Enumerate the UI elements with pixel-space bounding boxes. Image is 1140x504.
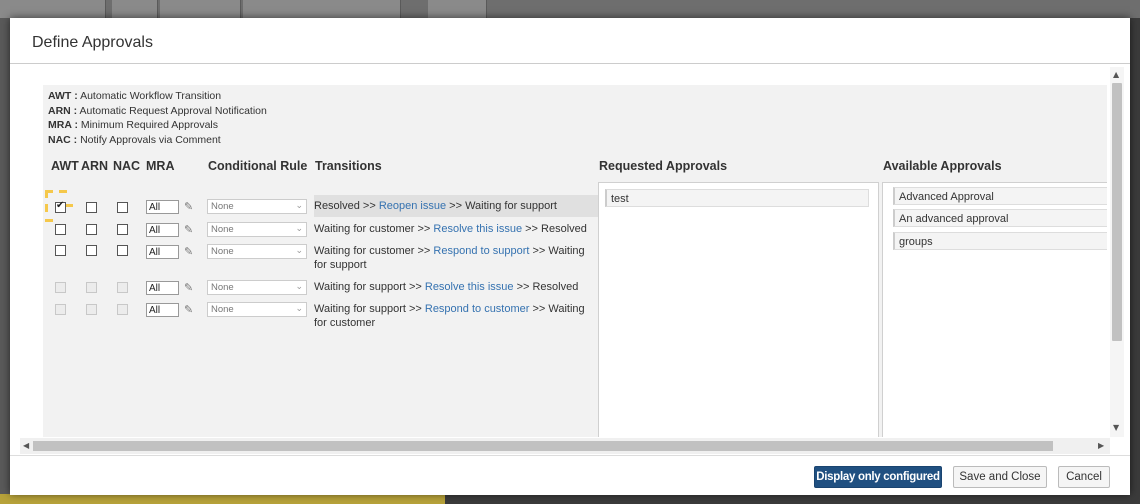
chevron-down-icon: ⌄ [295, 304, 303, 314]
mra-input[interactable]: All [146, 200, 179, 214]
background-tab [0, 0, 106, 18]
conditional-rule-select[interactable]: None ⌄ [207, 222, 307, 237]
arn-checkbox[interactable] [86, 245, 97, 256]
column-header-requested-approvals: Requested Approvals [599, 159, 728, 173]
horizontal-scrollbar[interactable]: ◀ ▶ [20, 438, 1110, 454]
horizontal-scroll-thumb[interactable] [33, 441, 1053, 451]
transition-link[interactable]: Resolve this issue [433, 223, 522, 235]
background-app-footer [0, 494, 445, 504]
column-header-awt: AWT [51, 159, 79, 173]
requested-approvals-panel[interactable]: test [598, 182, 879, 437]
mra-input[interactable]: All [146, 223, 179, 237]
nac-checkbox[interactable] [117, 304, 128, 315]
scroll-down-icon[interactable]: ▼ [1113, 423, 1119, 432]
background-tab [428, 0, 487, 18]
chevron-down-icon: ⌄ [295, 224, 303, 234]
pencil-icon[interactable]: ✎ [184, 281, 193, 294]
requested-approval-item[interactable]: test [605, 189, 869, 207]
transition-row: Waiting for customer >> Resolve this iss… [314, 223, 587, 235]
transition-row: Waiting for support >> Respond to custom… [314, 303, 585, 329]
pencil-icon[interactable]: ✎ [184, 200, 193, 213]
nac-checkbox[interactable] [117, 224, 128, 235]
available-approval-item[interactable]: Advanced Approval [893, 187, 1107, 205]
conditional-rule-select[interactable]: None ⌄ [207, 244, 307, 259]
available-approvals-panel[interactable]: Advanced Approval An advanced approval g… [882, 182, 1107, 437]
arn-checkbox[interactable] [86, 202, 97, 213]
vertical-scrollbar[interactable]: ▲ ▼ [1110, 67, 1124, 437]
vertical-scroll-thumb[interactable] [1112, 83, 1122, 341]
column-header-mra: MRA [146, 159, 175, 173]
dialog-footer: Display only configured Save and Close C… [10, 455, 1130, 495]
column-header-conditional-rule: Conditional Rule [208, 159, 308, 173]
background-tab [160, 0, 241, 18]
transition-link[interactable]: Respond to customer [425, 303, 530, 315]
conditional-rule-select[interactable]: None ⌄ [207, 302, 307, 317]
awt-checkbox[interactable] [55, 224, 66, 235]
scroll-left-icon[interactable]: ◀ [23, 441, 29, 450]
awt-checkbox[interactable] [55, 200, 66, 213]
mra-input[interactable]: All [146, 281, 179, 295]
mra-input[interactable]: All [146, 245, 179, 259]
arn-checkbox[interactable] [86, 304, 97, 315]
background-app-sidebar [0, 18, 10, 494]
nac-checkbox[interactable] [117, 202, 128, 213]
awt-checkbox[interactable] [55, 304, 66, 315]
define-approvals-dialog: Define Approvals AWT : Automatic Workflo… [10, 18, 1130, 495]
background-tab [243, 0, 401, 18]
column-header-available-approvals: Available Approvals [883, 159, 1002, 173]
transition-row: Resolved >> Reopen issue >> Waiting for … [314, 195, 598, 217]
column-header-transitions: Transitions [315, 159, 382, 173]
conditional-rule-select[interactable]: None ⌄ [207, 199, 307, 214]
nac-checkbox[interactable] [117, 245, 128, 256]
awt-checkbox[interactable] [55, 245, 66, 256]
legend-item: NAC : Notify Approvals via Comment [48, 133, 221, 146]
transition-link[interactable]: Resolve this issue [425, 281, 514, 293]
transition-link[interactable]: Respond to support [433, 245, 529, 257]
chevron-down-icon: ⌄ [295, 201, 303, 211]
conditional-rule-select[interactable]: None ⌄ [207, 280, 307, 295]
column-header-arn: ARN [81, 159, 109, 173]
legend: AWT : Automatic Workflow Transition ARN … [48, 89, 267, 147]
legend-item: AWT : Automatic Workflow Transition [48, 90, 222, 102]
display-only-configured-button[interactable]: Display only configured [814, 466, 942, 488]
arn-checkbox[interactable] [86, 224, 97, 235]
transition-row: Waiting for customer >> Respond to suppo… [314, 245, 585, 271]
background-app-header [0, 0, 1140, 18]
dialog-title: Define Approvals [32, 34, 153, 51]
save-and-close-button[interactable]: Save and Close [953, 466, 1047, 488]
chevron-down-icon: ⌄ [295, 246, 303, 256]
pencil-icon[interactable]: ✎ [184, 245, 193, 258]
available-approval-item[interactable]: An advanced approval [893, 209, 1107, 227]
arn-checkbox[interactable] [86, 282, 97, 293]
pencil-icon[interactable]: ✎ [184, 303, 193, 316]
awt-checkbox[interactable] [55, 282, 66, 293]
scroll-up-icon[interactable]: ▲ [1113, 70, 1119, 79]
cancel-button[interactable]: Cancel [1058, 466, 1110, 488]
column-header-nac: NAC [113, 159, 141, 173]
transition-row: Waiting for support >> Resolve this issu… [314, 281, 579, 293]
mra-input[interactable]: All [146, 303, 179, 317]
transition-link[interactable]: Reopen issue [379, 200, 446, 212]
legend-item: ARN : Automatic Request Approval Notific… [48, 104, 267, 117]
approvals-content: AWT : Automatic Workflow Transition ARN … [43, 85, 1107, 437]
chevron-down-icon: ⌄ [295, 282, 303, 292]
dialog-header: Define Approvals [10, 18, 1130, 64]
legend-item: MRA : Minimum Required Approvals [48, 119, 218, 131]
scroll-right-icon[interactable]: ▶ [1098, 441, 1104, 450]
pencil-icon[interactable]: ✎ [184, 223, 193, 236]
background-tab [112, 0, 158, 18]
nac-checkbox[interactable] [117, 282, 128, 293]
available-approval-item[interactable]: groups [893, 232, 1107, 250]
